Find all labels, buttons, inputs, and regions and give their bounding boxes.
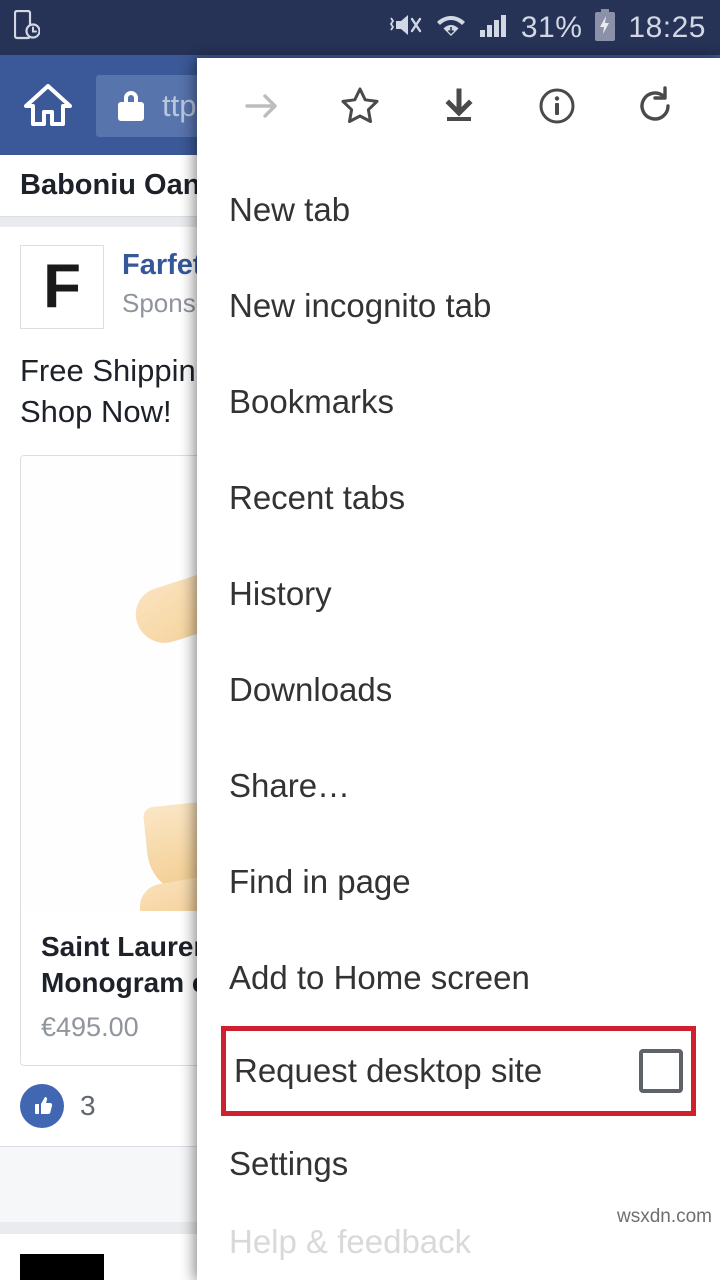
forward-arrow-icon[interactable] (225, 69, 299, 143)
vodafone-logo-icon (56, 10, 82, 45)
home-icon[interactable] (22, 81, 74, 134)
menu-item-find-in-page[interactable]: Find in page (197, 834, 720, 930)
menu-item-bookmarks[interactable]: Bookmarks (197, 354, 720, 450)
star-icon[interactable] (323, 69, 397, 143)
url-text: ttp (162, 88, 197, 123)
menu-item-label: Request desktop site (234, 1052, 543, 1089)
cellular-signal-icon (478, 10, 510, 45)
like-count: 3 (80, 1090, 96, 1122)
menu-item-label: New tab (229, 191, 351, 228)
menu-item-new-incognito-tab[interactable]: New incognito tab (197, 258, 720, 354)
menu-toolbar (197, 58, 720, 154)
battery-charging-icon (593, 8, 617, 47)
status-bar: 31% 18:25 (0, 0, 720, 55)
screen: 31% 18:25 ttp Baboniu Oana F Farfetc Spo… (0, 0, 720, 1280)
menu-item-recent-tabs[interactable]: Recent tabs (197, 450, 720, 546)
refresh-icon[interactable] (618, 69, 692, 143)
wifi-icon (435, 10, 467, 45)
menu-item-downloads[interactable]: Downloads (197, 642, 720, 738)
lock-icon (118, 91, 144, 121)
menu-item-label: History (229, 575, 332, 612)
menu-item-label: New incognito tab (229, 287, 492, 324)
thumbs-up-icon (20, 1084, 64, 1129)
menu-item-label: Recent tabs (229, 479, 406, 516)
menu-item-new-tab[interactable]: New tab (197, 162, 720, 258)
status-bar-left-icons (13, 9, 82, 45)
menu-item-request-desktop-site[interactable]: Request desktop site (221, 1026, 696, 1116)
menu-item-label: Downloads (229, 671, 393, 708)
menu-item-share[interactable]: Share… (197, 738, 720, 834)
menu-item-label: Bookmarks (229, 383, 395, 420)
menu-item-settings[interactable]: Settings (197, 1116, 720, 1212)
battery-percent: 31% (520, 10, 583, 44)
chrome-overflow-menu: New tab New incognito tab Bookmarks Rece… (197, 58, 720, 1280)
download-icon[interactable] (422, 69, 496, 143)
unilad-logo: UNILAD (20, 1254, 104, 1280)
request-desktop-site-checkbox[interactable] (639, 1049, 683, 1093)
mute-vibrate-icon (388, 10, 424, 45)
watermark: wsxdn.com (616, 1206, 712, 1227)
phone-clock-icon (13, 9, 41, 45)
menu-item-label: Find in page (229, 863, 411, 900)
status-bar-right-icons: 31% 18:25 (388, 8, 706, 47)
menu-item-label: Share… (229, 767, 351, 804)
menu-item-list: New tab New incognito tab Bookmarks Rece… (197, 154, 720, 1272)
menu-item-label: Help & feedback (229, 1223, 472, 1260)
menu-item-history[interactable]: History (197, 546, 720, 642)
clock-time: 18:25 (628, 10, 706, 44)
menu-item-label: Add to Home screen (229, 959, 530, 996)
menu-item-add-to-home-screen[interactable]: Add to Home screen (197, 930, 720, 1026)
info-circle-icon[interactable] (520, 69, 594, 143)
menu-item-label: Settings (229, 1145, 349, 1182)
account-name: Baboniu Oana (20, 169, 217, 201)
page-logo: F (20, 245, 104, 329)
